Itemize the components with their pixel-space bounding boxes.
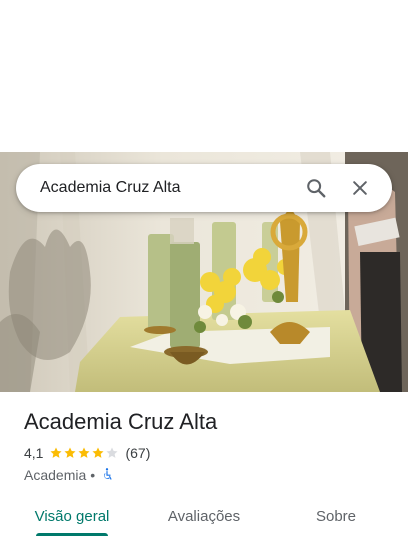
search-input[interactable]: Academia Cruz Alta xyxy=(40,179,294,197)
tab-bar: Visão geral Avaliações Sobre xyxy=(0,496,408,540)
star-icon xyxy=(50,447,63,458)
tab-overview[interactable]: Visão geral xyxy=(30,496,114,536)
tab-reviews[interactable]: Avaliações xyxy=(160,496,248,536)
star-icon xyxy=(106,447,119,458)
close-icon[interactable] xyxy=(338,166,382,210)
rating-row[interactable]: 4,1 (67) xyxy=(24,444,150,462)
review-count[interactable]: (67) xyxy=(125,445,150,461)
search-icon[interactable] xyxy=(294,166,338,210)
separator: • xyxy=(90,467,96,483)
category-row: Academia • xyxy=(24,466,114,484)
tab-about[interactable]: Sobre xyxy=(306,496,366,536)
rating-value: 4,1 xyxy=(24,445,44,461)
rating-stars xyxy=(49,446,119,460)
wheelchair-icon xyxy=(100,467,114,484)
place-title: Academia Cruz Alta xyxy=(24,409,218,434)
place-category[interactable]: Academia xyxy=(24,467,86,483)
map-blank-area xyxy=(0,0,408,152)
star-icon xyxy=(78,447,91,458)
active-tab-indicator xyxy=(36,533,108,536)
search-bar[interactable]: Academia Cruz Alta xyxy=(16,164,392,212)
star-icon xyxy=(92,447,105,458)
star-icon xyxy=(64,447,77,458)
